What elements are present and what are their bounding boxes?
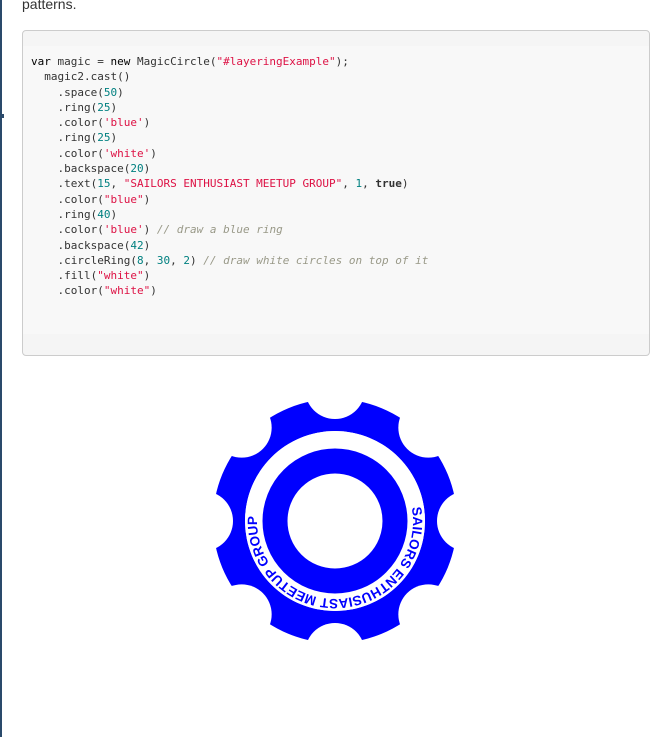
code-line: .fill("white") [31,269,150,282]
intro-text: patterns. [22,0,77,12]
code-token: .color( [31,284,104,298]
code-token: ) [143,116,151,130]
code-token: magic2.cast() [31,70,131,84]
code-line: .ring(25) [31,101,117,114]
code-token: ) [189,253,204,267]
code-token: , [143,253,157,267]
code-token: magic = [50,55,111,68]
code-token: "#layeringExample" [216,55,336,68]
code-token: 20 [130,162,144,176]
code-token: MagicCircle( [130,55,217,68]
code-token: 42 [130,238,144,252]
code-line: .text(15, "SAILORS ENTHUSIAST MEETUP GRO… [31,177,409,191]
code-token: ) [110,131,118,145]
code-token: true [375,177,402,191]
code-token: 25 [97,131,111,145]
code-token: , [362,177,376,191]
code-line: .color("white") [31,284,157,298]
code-token: .backspace( [31,238,131,252]
white-circle [211,584,272,645]
code-token: .backspace( [31,162,131,176]
white-circle [211,397,272,458]
code-token: .text( [31,177,98,191]
code-line: .space(50) [31,85,124,99]
code-token: 30 [156,253,171,267]
code-token: ) [150,284,157,298]
code-token: .ring( [31,100,98,114]
left-border [0,0,2,737]
code-line: .color('blue') // draw a blue ring [31,223,283,237]
code-token: , [342,177,356,191]
code-token: ) [143,192,151,206]
code-token: ) [143,223,157,237]
code-token: ); [335,55,349,68]
code-line: .circleRing(8, 30, 2) // draw white circ… [31,254,428,267]
code-line: .ring(25) [31,131,117,144]
code-token: ) [401,177,409,191]
white-circle [398,397,459,458]
left-border-marker [0,114,4,118]
code-token: ) [110,207,118,221]
code-token: ) [150,146,157,160]
code-line: .ring(40) [31,208,117,221]
code-line: .color('blue') [31,116,150,129]
code-token: // draw a blue ring [156,223,283,237]
code-line: var magic = new MagicCircle("#layeringEx… [31,55,349,68]
code-token: 25 [97,100,111,114]
code-token: , [110,177,124,191]
code-token: 40 [97,207,111,221]
code-token: .color( [31,192,104,206]
code-token: .space( [31,85,104,99]
code-block: var magic = new MagicCircle("#layeringEx… [22,30,650,356]
code-token: 50 [103,85,118,99]
code-token: "white" [103,284,151,298]
code-token: var [31,55,51,68]
code-line: .color('white') [31,146,157,160]
code-token: .circleRing( [31,253,137,267]
code-token: .color( [31,116,104,130]
white-circle [398,584,459,645]
code-token: , [170,253,184,267]
code-token: .fill( [31,269,98,283]
code-token: 'blue' [103,116,144,130]
code-token: ) [143,162,151,176]
code-line: .color("blue") [31,193,150,206]
code-token: .ring( [31,207,98,221]
code-line: .backspace(20) [31,162,150,175]
code-token: .color( [31,146,104,160]
magic-circle-figure: SAILORS ENTHUSIAST MEETUP GROUP [173,359,497,683]
code-token: ) [110,100,118,114]
code-token: 'blue' [103,223,144,237]
code-token: 'white' [103,146,151,160]
code-token: ) [143,238,151,252]
code-token: ) [117,85,124,99]
code-area: var magic = new MagicCircle("#layeringEx… [23,46,649,334]
code-token: "white" [97,269,144,283]
code-listing: var magic = new MagicCircle("#layeringEx… [31,54,428,299]
code-token: ) [143,269,151,283]
code-token: 8 [136,253,144,267]
code-line: magic2.cast() [31,70,130,83]
code-token: .ring( [31,131,98,145]
code-token: "SAILORS ENTHUSIAST MEETUP GROUP" [123,177,343,191]
code-token: .color( [31,223,104,237]
code-token: 2 [183,253,190,267]
code-token: 15 [97,177,111,191]
magic-circle-svg: SAILORS ENTHUSIAST MEETUP GROUP [173,359,497,683]
code-token: new [110,55,131,68]
code-token: "blue" [103,192,144,206]
code-line: .backspace(42) [31,239,150,252]
code-token: // draw white circles on top of it [203,253,429,267]
